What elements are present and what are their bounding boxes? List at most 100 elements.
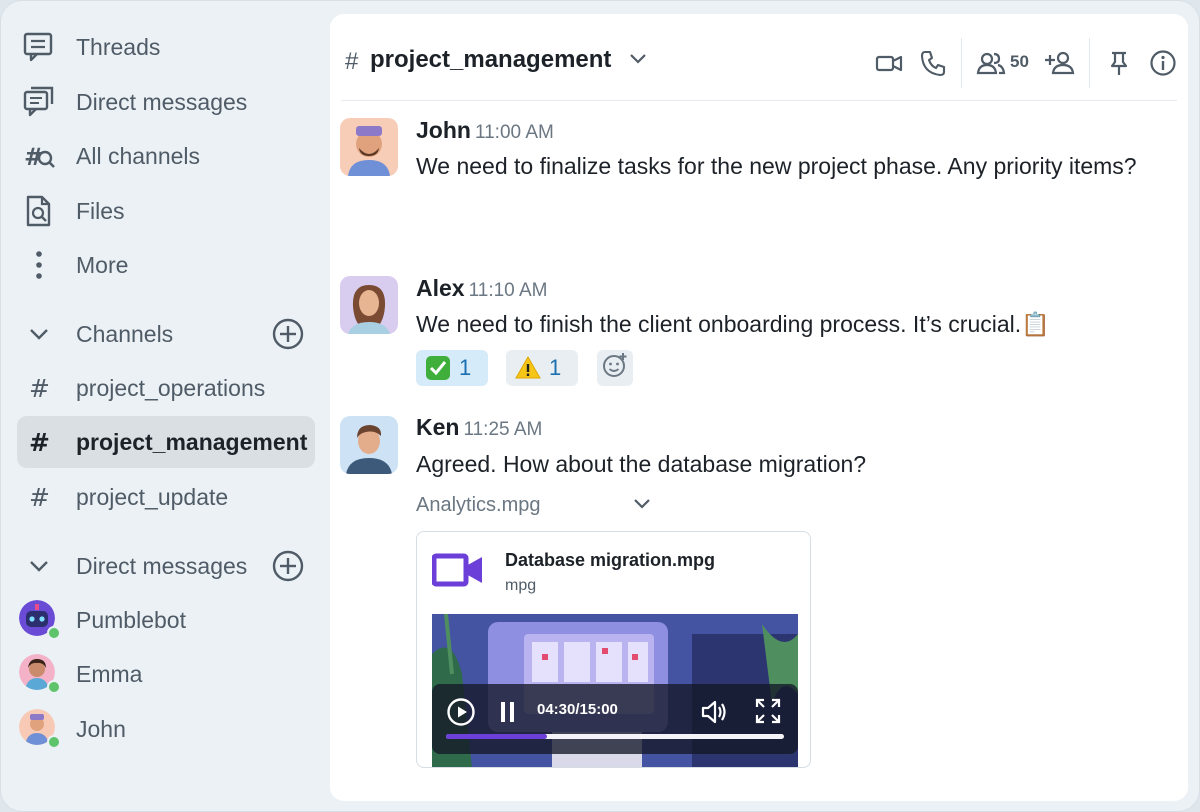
dm-label: Pumblebot xyxy=(76,606,186,633)
reaction-warning[interactable]: 1 xyxy=(506,350,578,386)
reaction-count: 1 xyxy=(459,355,472,380)
channel-hash: # xyxy=(345,48,359,75)
dm-item-pumblebot[interactable]: Pumblebot xyxy=(17,594,315,646)
video-controls: 04:30/15:00 xyxy=(432,684,798,754)
pin-icon[interactable] xyxy=(1105,49,1133,77)
members-icon[interactable] xyxy=(976,49,1006,77)
dm-label: John xyxy=(76,715,126,742)
add-channel-icon[interactable] xyxy=(271,317,305,351)
sidebar-item-all-channels[interactable]: # All channels xyxy=(17,130,315,182)
message-timestamp: 11:00 AM xyxy=(474,122,554,143)
author-name: John xyxy=(416,117,471,143)
channel-label: project_update xyxy=(76,483,229,510)
avatar[interactable] xyxy=(340,276,398,334)
video-time: 04:30/15:00 xyxy=(537,701,618,718)
avatar[interactable] xyxy=(340,416,398,474)
channel-view: # project_management 50 John 11:00 AM We… xyxy=(330,14,1188,801)
header-divider-line xyxy=(341,100,1177,101)
channels-section-header[interactable]: Channels xyxy=(17,308,315,360)
video-call-icon[interactable] xyxy=(875,49,903,77)
attachment-file-name: Database migration.mpg xyxy=(505,550,716,570)
message-text: Agreed. How about the database migration… xyxy=(416,451,867,477)
avatar xyxy=(19,654,61,694)
hash-icon: # xyxy=(17,416,61,468)
play-icon[interactable] xyxy=(446,697,476,732)
svg-text:#: # xyxy=(29,483,50,511)
all-channels-icon: # xyxy=(17,130,61,182)
dm-item-emma[interactable]: Emma xyxy=(17,648,315,700)
author-name: Ken xyxy=(416,414,460,440)
dm-item-john[interactable]: John xyxy=(17,703,315,755)
video-progress-bar[interactable] xyxy=(446,734,784,739)
sidebar-item-project-management[interactable]: # project_management xyxy=(17,416,315,468)
sidebar-item-threads[interactable]: Threads xyxy=(17,21,315,73)
channel-label: project_management xyxy=(76,428,308,455)
online-status-indicator xyxy=(47,626,61,640)
member-count[interactable]: 50 xyxy=(1010,52,1029,72)
sidebar: Threads Direct messages # All channels F… xyxy=(1,1,331,811)
direct-messages-section-header[interactable]: Direct messages xyxy=(17,540,315,592)
avatar[interactable] xyxy=(340,118,398,176)
online-status-indicator xyxy=(47,735,61,749)
channel-title[interactable]: project_management xyxy=(370,46,611,74)
sidebar-item-label: Files xyxy=(76,197,125,224)
more-icon xyxy=(17,239,61,291)
reaction-check[interactable]: 1 xyxy=(416,350,488,386)
check-mark-icon xyxy=(425,355,451,381)
sidebar-item-label: All channels xyxy=(76,142,201,169)
add-direct-message-icon[interactable] xyxy=(271,549,305,583)
svg-text:#: # xyxy=(29,374,50,402)
sidebar-item-direct-messages[interactable]: Direct messages xyxy=(17,76,315,128)
video-file-icon xyxy=(431,552,484,593)
sidebar-item-files[interactable]: Files xyxy=(17,185,315,237)
files-icon xyxy=(17,185,61,237)
header-divider xyxy=(961,38,962,88)
volume-icon[interactable] xyxy=(700,699,728,730)
message-timestamp: 11:25 AM xyxy=(463,419,543,440)
sidebar-item-label: Direct messages xyxy=(76,88,248,115)
message-text: We need to finalize tasks for the new pr… xyxy=(416,153,1137,179)
chevron-down-icon xyxy=(17,559,61,573)
hash-icon: # xyxy=(17,362,61,414)
chevron-down-icon[interactable] xyxy=(632,497,652,516)
avatar xyxy=(19,600,61,640)
direct-messages-icon xyxy=(17,76,61,128)
pause-icon[interactable] xyxy=(498,700,518,729)
channel-header: # project_management 50 xyxy=(330,14,1188,100)
message-author[interactable]: John 11:00 AM xyxy=(416,117,554,144)
direct-messages-section-label: Direct messages xyxy=(76,552,248,579)
video-progress-fill xyxy=(446,734,548,739)
threads-icon xyxy=(17,21,61,73)
svg-text:#: # xyxy=(29,428,50,456)
message-text: We need to finish the client onboarding … xyxy=(416,311,1050,337)
video-attachment-card[interactable]: Database migration.mpg mpg 04:30/15:00 xyxy=(416,531,811,768)
app-window: Threads Direct messages # All channels F… xyxy=(0,0,1200,812)
message-author[interactable]: Ken 11:25 AM xyxy=(416,414,542,441)
sidebar-item-more[interactable]: More xyxy=(17,239,315,291)
message-author[interactable]: Alex 11:10 AM xyxy=(416,275,547,302)
sidebar-item-label: Threads xyxy=(76,33,161,60)
sidebar-item-project-update[interactable]: # project_update xyxy=(17,471,315,523)
fullscreen-icon[interactable] xyxy=(754,697,782,730)
author-name: Alex xyxy=(416,275,465,301)
channels-section-label: Channels xyxy=(76,320,174,347)
online-status-indicator xyxy=(47,680,61,694)
attachment-file-type: mpg xyxy=(505,577,537,594)
sidebar-item-project-operations[interactable]: # project_operations xyxy=(17,362,315,414)
add-reaction-button[interactable] xyxy=(597,350,633,386)
chevron-down-icon[interactable] xyxy=(628,52,648,71)
add-reaction-icon xyxy=(601,351,629,385)
warning-icon xyxy=(515,355,541,381)
hash-icon: # xyxy=(17,471,61,523)
chevron-down-icon xyxy=(17,327,61,341)
reaction-count: 1 xyxy=(549,355,562,380)
dm-label: Emma xyxy=(76,660,143,687)
add-member-icon[interactable] xyxy=(1044,49,1076,77)
sidebar-item-label: More xyxy=(76,251,129,278)
message-timestamp: 11:10 AM xyxy=(468,280,548,301)
video-player[interactable]: 04:30/15:00 xyxy=(432,614,798,767)
phone-call-icon[interactable] xyxy=(919,49,947,77)
header-divider xyxy=(1089,38,1090,88)
attachment-group-name[interactable]: Analytics.mpg xyxy=(416,494,541,517)
info-icon[interactable] xyxy=(1149,49,1177,77)
